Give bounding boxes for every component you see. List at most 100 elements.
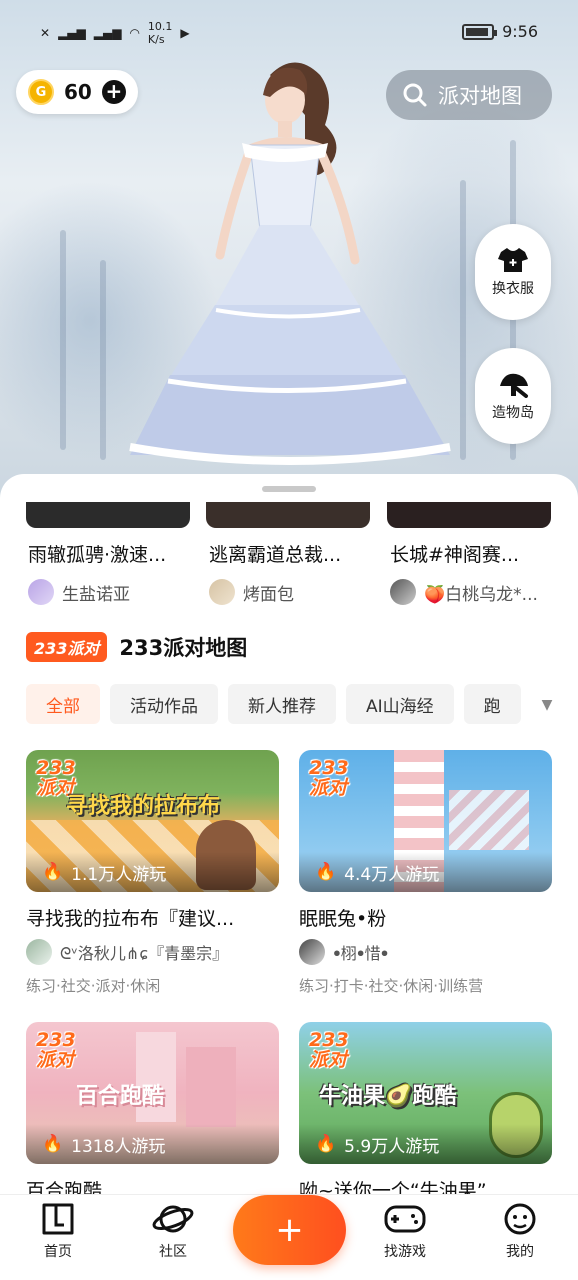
map-thumbnail: 233派对 百合跑酷 🔥 1318人游玩 <box>26 1022 279 1164</box>
clock-time: 9:56 <box>502 22 538 41</box>
map-card[interactable]: 233派对 寻找我的拉布布 🔥 1.1万人游玩 寻找我的拉布布『建议... ᘓᵛ… <box>26 750 279 996</box>
status-right: 9:56 <box>462 22 538 41</box>
network-speed: 10.1 K/s <box>148 20 173 46</box>
thumbnail-caption: 百合跑酷 <box>76 1084 165 1109</box>
creation-island-button[interactable]: 造物岛 <box>475 348 551 444</box>
tshirt-icon <box>498 248 528 272</box>
map-card[interactable]: 233派对 牛油果🥑跑酷 🔥 5.9万人游玩 呦~送你一个“牛油果” <box>299 1022 552 1194</box>
recent-thumbnail[interactable] <box>26 502 190 528</box>
play-count-text: 5.9万人游玩 <box>344 1136 440 1157</box>
tab-ai-shanhaijing[interactable]: AI山海经 <box>346 684 454 724</box>
video-icon: ▶ <box>180 26 190 40</box>
author-name: ꔷ栩ꔷ惜ꔷ <box>333 944 389 963</box>
play-count-text: 1318人游玩 <box>71 1136 166 1157</box>
drag-handle[interactable] <box>262 486 316 492</box>
profile-icon <box>504 1203 536 1235</box>
plus-icon: + <box>275 1210 304 1250</box>
speed-unit: K/s <box>147 33 165 46</box>
background-tree <box>100 260 106 460</box>
tab-all[interactable]: 全部 <box>26 684 100 724</box>
map-title: 百合跑酷 <box>26 1180 103 1194</box>
home-icon <box>42 1203 74 1235</box>
recent-game-title: 逃离霸道总裁... <box>209 544 342 566</box>
create-button[interactable]: + <box>233 1195 346 1265</box>
change-clothes-button[interactable]: 换衣服 <box>475 224 551 320</box>
signal-icon: ▂▄▆ <box>58 26 86 40</box>
recent-game-author: 烤面包 <box>209 579 379 605</box>
party-badge: 233派对 <box>36 1029 76 1071</box>
flame-icon: 🔥 <box>42 862 64 882</box>
nav-community-label: 社区 <box>159 1244 187 1260</box>
author-name: ᘓᵛ洛秋儿⋔ɕ『青墨宗』 <box>60 944 229 963</box>
recent-game[interactable]: 逃离霸道总裁... 烤面包 <box>209 540 379 605</box>
status-left: ✕ ▂▄▆ ▂▄▆ ◠ 10.1 K/s ▶ <box>40 20 190 46</box>
call-blocked-icon: ✕ <box>40 26 51 40</box>
tab-parkour[interactable]: 跑 <box>463 684 521 724</box>
nav-profile[interactable]: 我的 <box>480 1201 560 1261</box>
tab-newbie-picks[interactable]: 新人推荐 <box>228 684 336 724</box>
creation-island-label: 造物岛 <box>492 405 534 421</box>
bottom-navigation: 首页 社区 + 找游戏 我的 <box>0 1194 578 1280</box>
content-sheet[interactable]: 雨辙孤骋·激速... 生盐诺亚 逃离霸道总裁... 烤面包 长城#神阁赛... … <box>0 474 578 1194</box>
author-name: 🍑白桃乌龙*... <box>424 584 538 605</box>
play-count: 🔥 5.9万人游玩 <box>299 1124 552 1164</box>
play-count: 🔥 1318人游玩 <box>26 1124 279 1164</box>
recent-game[interactable]: 长城#神阁赛... 🍑白桃乌龙*... <box>390 540 560 605</box>
gamepad-icon <box>384 1205 426 1233</box>
nav-find-games[interactable]: 找游戏 <box>365 1201 445 1261</box>
category-tabs: 全部 活动作品 新人推荐 AI山海经 跑 <box>26 684 578 724</box>
avatar <box>390 579 416 605</box>
flame-icon: 🔥 <box>315 1134 337 1154</box>
nav-find-games-label: 找游戏 <box>384 1244 426 1260</box>
map-card[interactable]: 233派对 🔥 4.4万人游玩 眠眠兔•粉 ꔷ栩ꔷ惜ꔷ 练习·打卡·社交·休闲·… <box>299 750 552 996</box>
recent-thumbnail[interactable] <box>206 502 370 528</box>
map-card[interactable]: 233派对 百合跑酷 🔥 1318人游玩 百合跑酷 <box>26 1022 279 1194</box>
map-thumbnail: 233派对 🔥 4.4万人游玩 <box>299 750 552 892</box>
chevron-down-icon[interactable]: ▼ <box>532 690 562 720</box>
add-coins-icon[interactable]: + <box>101 80 126 104</box>
play-count-text: 1.1万人游玩 <box>71 864 167 885</box>
map-author: ᘓᵛ洛秋儿⋔ɕ『青墨宗』 <box>26 939 279 965</box>
recent-game[interactable]: 雨辙孤骋·激速... 生盐诺亚 <box>28 540 198 605</box>
signal-icon: ▂▄▆ <box>93 26 122 40</box>
play-count-text: 4.4万人游玩 <box>344 864 440 885</box>
play-count: 🔥 1.1万人游玩 <box>26 852 279 892</box>
map-thumbnail: 233派对 寻找我的拉布布 🔥 1.1万人游玩 <box>26 750 279 892</box>
recent-game-author: 🍑白桃乌龙*... <box>390 579 560 605</box>
nav-home-label: 首页 <box>44 1244 72 1260</box>
map-author: ꔷ栩ꔷ惜ꔷ <box>299 939 552 965</box>
play-count: 🔥 4.4万人游玩 <box>299 852 552 892</box>
section-title: 233派对地图 <box>119 636 248 660</box>
coin-balance[interactable]: G 60 + <box>16 70 138 114</box>
recent-game-author: 生盐诺亚 <box>28 579 198 605</box>
author-name: 烤面包 <box>243 584 294 605</box>
search-button[interactable]: 派对地图 <box>386 70 552 120</box>
battery-icon <box>462 23 498 40</box>
nav-home[interactable]: 首页 <box>18 1201 98 1261</box>
recent-thumbnails <box>0 502 578 528</box>
coin-icon: G <box>28 79 54 105</box>
recent-thumbnail[interactable] <box>387 502 551 528</box>
avatar <box>28 579 54 605</box>
tab-event-works[interactable]: 活动作品 <box>110 684 218 724</box>
map-title: 呦~送你一个“牛油果” <box>299 1180 487 1194</box>
change-clothes-label: 换衣服 <box>492 281 534 297</box>
map-title: 寻找我的拉布布『建议... <box>26 908 235 930</box>
avatar <box>209 579 235 605</box>
island-icon <box>500 373 528 398</box>
party-badge: 233派对 <box>26 632 108 662</box>
background-tree <box>60 230 66 450</box>
party-badge: 233派对 <box>309 1029 349 1071</box>
planet-icon <box>152 1205 194 1233</box>
thumbnail-caption: 寻找我的拉布布 <box>66 794 221 819</box>
wifi-icon: ◠ <box>129 26 140 40</box>
avatar <box>26 939 52 965</box>
map-title: 眠眠兔•粉 <box>299 908 387 930</box>
avatar-hero[interactable]: ✕ ▂▄▆ ▂▄▆ ◠ 10.1 K/s ▶ 9:56 G 60 + 派对地图 <box>0 0 578 520</box>
search-label: 派对地图 <box>438 84 522 108</box>
map-tags: 练习·社交·派对·休闲 <box>26 977 161 995</box>
map-thumbnail: 233派对 牛油果🥑跑酷 🔥 5.9万人游玩 <box>299 1022 552 1164</box>
map-tags: 练习·打卡·社交·休闲·训练营 <box>299 977 484 995</box>
flame-icon: 🔥 <box>42 1134 64 1154</box>
nav-community[interactable]: 社区 <box>133 1201 213 1261</box>
